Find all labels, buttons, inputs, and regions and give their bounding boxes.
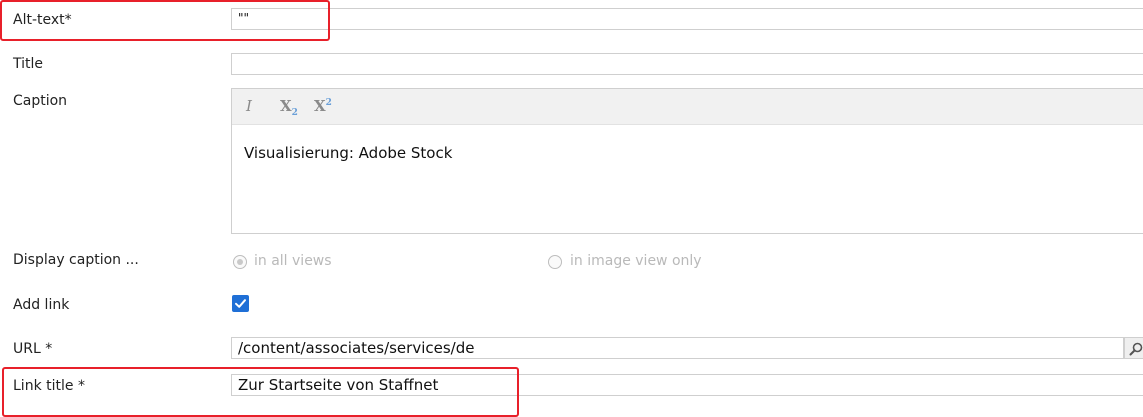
add-link-label: Add link — [13, 297, 70, 313]
caption-text[interactable]: Visualisierung: Adobe Stock — [244, 144, 452, 162]
radio-in-all-views-label[interactable]: in all views — [254, 253, 332, 269]
italic-button[interactable]: I — [246, 97, 252, 115]
superscript-icon: X2 — [314, 97, 332, 115]
link-title-highlight — [2, 367, 519, 417]
url-label: URL * — [13, 341, 53, 357]
checkmark-icon — [235, 299, 246, 308]
radio-selected-dot — [237, 259, 243, 265]
radio-in-image-view-only[interactable] — [548, 255, 562, 269]
display-caption-label: Display caption ... — [13, 252, 139, 268]
url-browse-button[interactable] — [1124, 337, 1143, 359]
title-label: Title — [13, 56, 44, 72]
title-input[interactable] — [231, 53, 1143, 75]
caption-editor[interactable]: I X2 X2 Visualisierung: Adobe Stock — [231, 88, 1143, 234]
subscript-icon: X2 — [280, 97, 298, 118]
radio-in-image-view-only-label[interactable]: in image view only — [570, 253, 702, 269]
caption-label: Caption — [13, 93, 68, 109]
superscript-button[interactable]: X2 — [314, 97, 332, 115]
subscript-button[interactable]: X2 — [280, 97, 298, 118]
caption-toolbar: I X2 X2 — [232, 89, 1143, 125]
alt-text-input[interactable]: "" — [231, 8, 1143, 30]
italic-icon: I — [246, 97, 252, 115]
search-icon — [1129, 342, 1143, 356]
radio-in-all-views[interactable] — [233, 255, 247, 269]
url-input[interactable]: /content/associates/services/de — [231, 337, 1124, 359]
add-link-checkbox[interactable] — [232, 295, 249, 312]
alt-text-highlight — [0, 0, 330, 41]
